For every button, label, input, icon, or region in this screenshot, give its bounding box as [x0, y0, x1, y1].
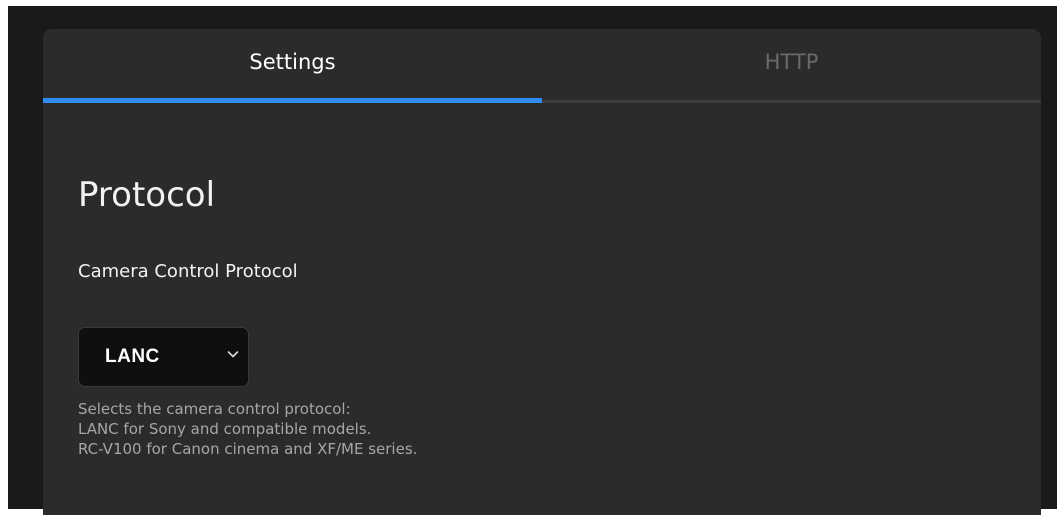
- tab-settings[interactable]: Settings: [43, 29, 542, 103]
- help-line: Selects the camera control protocol:: [78, 400, 351, 418]
- tab-http-label: HTTP: [764, 50, 819, 74]
- protocol-select-value: LANC: [105, 346, 160, 367]
- tab-settings-label: Settings: [249, 50, 336, 74]
- chevron-down-icon: [227, 351, 239, 358]
- help-line: RC-V100 for Canon cinema and XF/ME serie…: [78, 440, 418, 458]
- section-title: Protocol: [78, 175, 216, 215]
- tab-settings-indicator: [43, 98, 542, 103]
- help-line: LANC for Sony and compatible models.: [78, 420, 372, 438]
- protocol-select[interactable]: LANC: [78, 327, 249, 387]
- camera-control-protocol-label: Camera Control Protocol: [78, 261, 298, 282]
- tab-bar: Settings HTTP: [43, 29, 1041, 103]
- tab-http-indicator: [542, 100, 1041, 103]
- protocol-help-text: Selects the camera control protocol: LAN…: [78, 399, 417, 459]
- app-background: Settings HTTP Protocol Camera Control Pr…: [8, 6, 1057, 515]
- settings-panel: Settings HTTP Protocol Camera Control Pr…: [43, 29, 1041, 515]
- tab-http[interactable]: HTTP: [542, 29, 1041, 103]
